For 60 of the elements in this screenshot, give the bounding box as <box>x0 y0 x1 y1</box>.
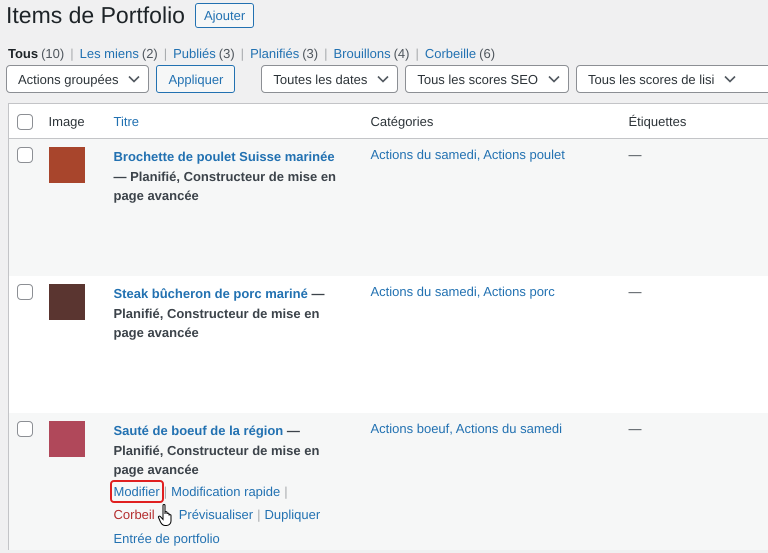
tags-cell: — <box>628 147 642 162</box>
filter-link[interactable]: Tous <box>8 46 38 60</box>
separator: | <box>257 506 260 524</box>
tags-cell: — <box>628 284 642 299</box>
row-action-link[interactable]: Prévisualiser <box>174 503 258 526</box>
chevron-down-icon <box>724 75 736 83</box>
column-header[interactable]: Titre <box>114 114 140 128</box>
column-header: Image <box>48 114 85 128</box>
title-link[interactable]: Steak bûcheron de porc mariné <box>114 286 308 301</box>
column-header: Étiquettes <box>628 114 686 128</box>
separator: | <box>70 46 74 60</box>
filter-link[interactable]: Publiés <box>173 46 216 60</box>
row-action-link[interactable]: Corbeil <box>110 503 159 526</box>
photo-placeholder <box>48 284 84 320</box>
category-links[interactable]: Actions boeuf, Actions du samedi <box>370 421 562 436</box>
filter-count: (2) <box>142 46 158 60</box>
row-action-link[interactable]: Modifier <box>110 480 164 502</box>
filter-link[interactable]: Planifiés <box>250 46 300 60</box>
column-header: Catégories <box>370 114 434 128</box>
separator: | <box>164 482 168 500</box>
separator: | <box>284 482 288 500</box>
separator: | <box>164 46 168 60</box>
item-title: Brochette de poulet Suisse marinée — Planifié, Constructeur de mise en page avancée <box>114 148 337 205</box>
add-button[interactable]: Ajouter <box>194 2 254 28</box>
photo-placeholder <box>48 421 84 457</box>
title-link[interactable]: Brochette de poulet Suisse marinée <box>114 149 335 164</box>
page-title: Items de Portfolio <box>6 2 185 28</box>
select-all-checkbox[interactable] <box>17 114 33 130</box>
apply-button[interactable]: Appliquer <box>156 65 236 93</box>
row-action-link[interactable]: Dupliquer <box>260 503 324 526</box>
item-title: Steak bûcheron de porc mariné — Planifié, Constructeur de mise en page avancée <box>114 285 326 342</box>
separator: | <box>240 46 244 60</box>
dropdown[interactable]: Toutes les dates <box>261 65 398 93</box>
filter-count: (4) <box>394 46 410 60</box>
chevron-down-icon <box>128 75 140 83</box>
category-links[interactable]: Actions du samedi, Actions poulet <box>370 147 565 162</box>
separator: | <box>415 46 419 60</box>
category-links[interactable]: Actions du samedi, Actions porc <box>370 284 555 299</box>
chevron-down-icon <box>548 75 560 83</box>
filter-link[interactable]: Brouillons <box>333 46 391 60</box>
filter-count: (3) <box>218 46 235 60</box>
row-action-link[interactable]: Entrée de portfolio <box>110 526 224 550</box>
tags-cell: — <box>628 421 642 436</box>
dropdown[interactable]: Tous les scores de lisi <box>576 65 768 93</box>
filter-link[interactable]: Les miens <box>80 46 139 60</box>
row-checkbox[interactable] <box>17 421 33 437</box>
filter-count: (6) <box>479 46 496 60</box>
dropdown[interactable]: Tous les scores SEO <box>405 65 569 93</box>
filter-count: (3) <box>302 46 318 60</box>
filter-count: (10) <box>41 46 64 60</box>
title-link[interactable]: Sauté de boeuf de la région <box>114 423 284 438</box>
row-checkbox[interactable] <box>17 284 33 300</box>
filter-link[interactable]: Corbeille <box>424 46 476 60</box>
row-action-link[interactable]: Modification rapide <box>167 480 284 502</box>
dropdown[interactable]: Actions groupées <box>6 65 150 93</box>
row-checkbox[interactable] <box>17 147 33 163</box>
chevron-down-icon <box>377 75 390 83</box>
separator: | <box>324 46 328 60</box>
item-title: Sauté de boeuf de la région — Planifié, Constructeur de mise en page avancée <box>114 422 320 479</box>
photo-placeholder <box>48 147 84 183</box>
